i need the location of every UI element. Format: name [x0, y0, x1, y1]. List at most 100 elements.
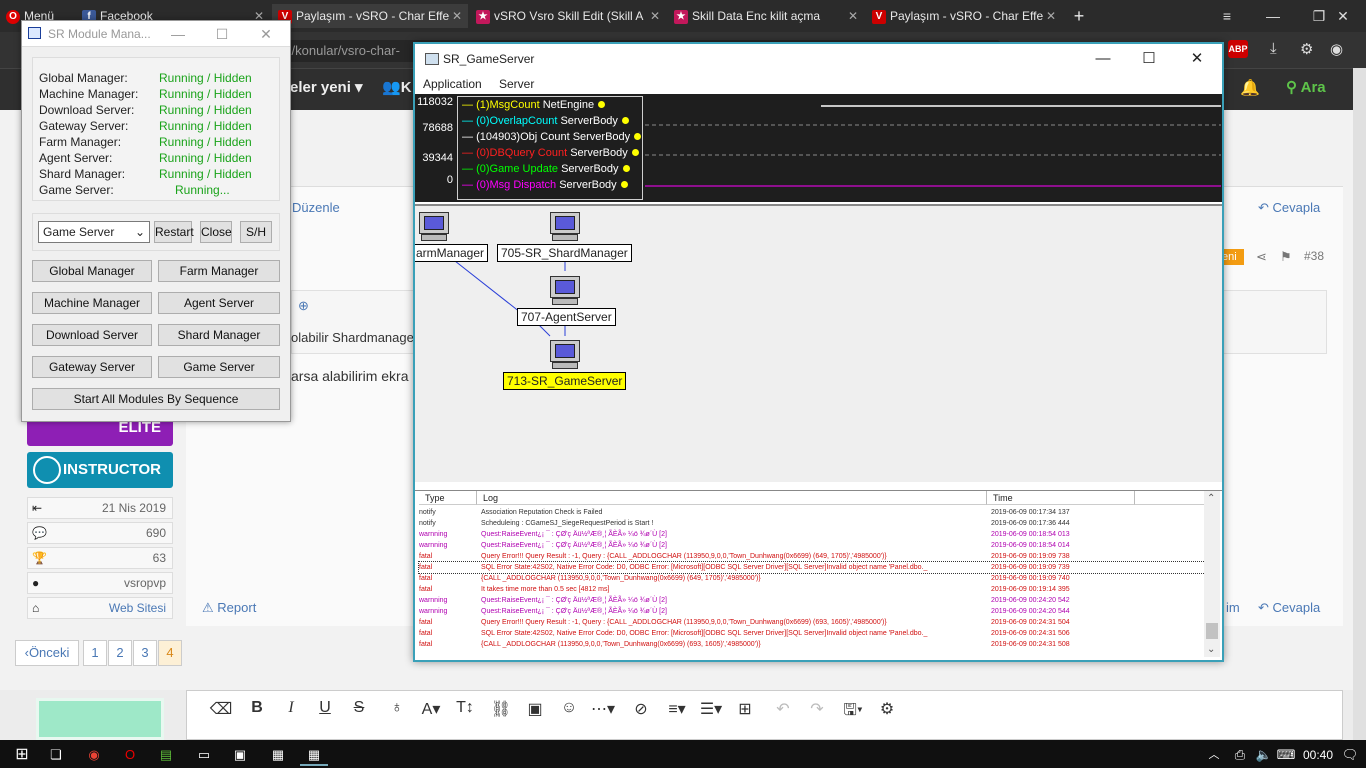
post-number[interactable]: #38: [1304, 249, 1324, 263]
log-row[interactable]: fatal It takes time more than 0.5 sec [48…: [419, 584, 1209, 595]
clock[interactable]: 00:40: [1300, 744, 1336, 766]
log-row[interactable]: fatal Query Error!!! Query Result : -1, Q…: [419, 551, 1209, 562]
close-button[interactable]: Close: [200, 221, 232, 243]
log-row[interactable]: fatal {CALL _ADDLOGCHAR (113950,9,0,0,'To…: [419, 639, 1209, 650]
page-4-current[interactable]: 4: [158, 640, 182, 666]
module-manager-task-icon[interactable]: ▦: [264, 744, 292, 766]
stat-website[interactable]: ⌂ Web Sitesi: [27, 597, 173, 619]
save-draft-icon[interactable]: 🖫▾: [839, 699, 867, 726]
tab-paylasim-2[interactable]: V Paylaşım - vSRO - Char Effe ✕: [866, 4, 1062, 28]
column-header-type[interactable]: Type: [419, 491, 477, 505]
image-icon[interactable]: ▣: [521, 699, 549, 719]
log-row[interactable]: fatal SQL Error State:42S02, Native Error…: [418, 561, 1210, 574]
list-icon[interactable]: ☰▾: [697, 699, 725, 719]
close-icon[interactable]: ✕: [1174, 44, 1220, 74]
server-computer-icon[interactable]: [419, 212, 449, 242]
reply-link-2[interactable]: ↶ Cevapla: [1258, 600, 1320, 616]
log-row[interactable]: fatal SQL Error State:42S02, Native Error…: [419, 628, 1209, 639]
page-3[interactable]: 3: [133, 640, 157, 666]
opera-taskbar-icon[interactable]: O: [116, 744, 144, 766]
nav-new-posts[interactable]: eler yeni ▾: [290, 78, 363, 96]
log-row[interactable]: warnning Quest:RaiseEvent¿¡ ¯ : ÇØ'ç Äü½ª…: [419, 595, 1209, 606]
show-hide-button[interactable]: S/H: [240, 221, 272, 243]
log-scrollbar[interactable]: ⌃ ⌄: [1204, 491, 1220, 657]
page-1[interactable]: 1: [83, 640, 107, 666]
settings-icon[interactable]: ⚙: [1300, 40, 1313, 58]
farm-manager-button[interactable]: Farm Manager: [158, 260, 280, 282]
windows-start-icon[interactable]: ⊞: [8, 744, 36, 766]
more-icon[interactable]: ⋯▾: [589, 699, 617, 719]
link-icon[interactable]: ⛓: [487, 699, 515, 719]
game-server-button[interactable]: Game Server: [158, 356, 280, 378]
share-icon[interactable]: ⋖: [1256, 249, 1267, 265]
snapshot-icon[interactable]: ◉: [1330, 40, 1343, 58]
table-icon[interactable]: ⊞: [731, 699, 759, 719]
server-computer-icon[interactable]: [550, 276, 580, 306]
close-tab-icon[interactable]: ✕: [650, 4, 660, 28]
agent-server-node[interactable]: 707-AgentServer: [517, 308, 616, 326]
tab-skill-data[interactable]: ★ Skill Data Enc kilit açma ✕: [668, 4, 864, 28]
minimize-icon[interactable]: —: [1080, 44, 1126, 74]
download-icon[interactable]: ⤓: [1270, 40, 1277, 57]
pagination-prev[interactable]: ‹Önceki: [15, 640, 79, 666]
smiley-icon[interactable]: ☺: [555, 699, 583, 717]
undo-icon[interactable]: ↶: [769, 699, 797, 719]
farm-manager-node[interactable]: armManager: [415, 244, 489, 262]
menu-application[interactable]: Application: [423, 74, 482, 94]
log-row[interactable]: notify Scheduleing : CGameSJ_SiegeRequest…: [419, 518, 1209, 529]
task-view-icon[interactable]: ❏: [42, 744, 70, 766]
game-server-titlebar[interactable]: SR_GameServer — ☐ ✕: [415, 44, 1222, 74]
start-all-modules-button[interactable]: Start All Modules By Sequence: [32, 388, 280, 410]
underline-icon[interactable]: U: [311, 699, 339, 717]
edit-link[interactable]: Düzenle: [292, 200, 340, 215]
log-row[interactable]: warnning Quest:RaiseEvent¿¡ ¯ : ÇØ'ç Äü½ª…: [419, 540, 1209, 551]
adblock-icon[interactable]: ABP: [1228, 40, 1248, 58]
window-app-icon[interactable]: ▣: [226, 744, 254, 766]
minimize-icon[interactable]: —: [1250, 0, 1296, 32]
close-icon[interactable]: ✕: [1320, 0, 1366, 32]
shard-manager-node[interactable]: 705-SR_ShardManager: [497, 244, 632, 262]
tray-chevron-icon[interactable]: ︿: [1200, 744, 1228, 766]
scroll-up-icon[interactable]: ⌃: [1207, 493, 1215, 504]
bookmark-icon[interactable]: ⚑: [1280, 249, 1292, 265]
close-tab-icon[interactable]: ✕: [848, 4, 858, 28]
column-header-time[interactable]: Time: [987, 491, 1135, 505]
global-manager-button[interactable]: Global Manager: [32, 260, 152, 282]
shard-manager-button[interactable]: Shard Manager: [158, 324, 280, 346]
strikethrough-icon[interactable]: S: [345, 699, 373, 717]
agent-server-button[interactable]: Agent Server: [158, 292, 280, 314]
align-icon[interactable]: ≡▾: [663, 699, 691, 719]
server-computer-icon[interactable]: [550, 212, 580, 242]
search-button[interactable]: ⚲ Ara: [1286, 78, 1326, 96]
italic-icon[interactable]: I: [277, 699, 305, 717]
color-icon[interactable]: ♁: [383, 699, 411, 717]
chrome-icon[interactable]: ◉: [80, 744, 108, 766]
page-scrollbar[interactable]: [1353, 68, 1366, 740]
notepad-icon[interactable]: ▤: [152, 744, 180, 766]
gameserver-task-icon[interactable]: ▦: [300, 744, 328, 766]
log-row[interactable]: fatal {CALL _ADDLOGCHAR (113950,9,0,0,'To…: [419, 573, 1209, 584]
font-icon[interactable]: A▾: [417, 699, 445, 719]
tab-paylasim-1[interactable]: V Paylaşım - vSRO - Char Effe ✕: [272, 4, 468, 28]
keyboard-icon[interactable]: ⌨: [1272, 744, 1300, 766]
server-select[interactable]: Game Server ⌄: [38, 221, 150, 243]
quote-expand-icon[interactable]: ⊕: [298, 298, 309, 314]
log-row[interactable]: warnning Quest:RaiseEvent¿¡ ¯ : ÇØ'ç Äü½ª…: [419, 529, 1209, 540]
scroll-thumb[interactable]: [1206, 623, 1218, 639]
tab-menu-icon[interactable]: ≡: [1204, 0, 1250, 32]
maximize-icon[interactable]: ☐: [1126, 44, 1172, 74]
scroll-down-icon[interactable]: ⌄: [1207, 644, 1215, 655]
nav-members[interactable]: 👥K: [382, 78, 412, 96]
eraser-icon[interactable]: ⌫: [207, 699, 235, 719]
terminal-icon[interactable]: ▭: [190, 744, 218, 766]
redo-icon[interactable]: ↷: [803, 699, 831, 719]
quote-link[interactable]: im: [1226, 600, 1240, 615]
text-size-icon[interactable]: T↕: [451, 699, 479, 717]
module-manager-titlebar[interactable]: SR Module Mana... — ☐ ✕: [22, 21, 290, 47]
machine-manager-button[interactable]: Machine Manager: [32, 292, 152, 314]
game-server-node-selected[interactable]: 713-SR_GameServer: [503, 372, 627, 390]
minimize-icon[interactable]: —: [158, 21, 198, 47]
reply-link[interactable]: ↶ Cevapla: [1258, 200, 1320, 216]
download-server-button[interactable]: Download Server: [32, 324, 152, 346]
log-row[interactable]: fatal Query Error!!! Query Result : -1, Q…: [419, 617, 1209, 628]
